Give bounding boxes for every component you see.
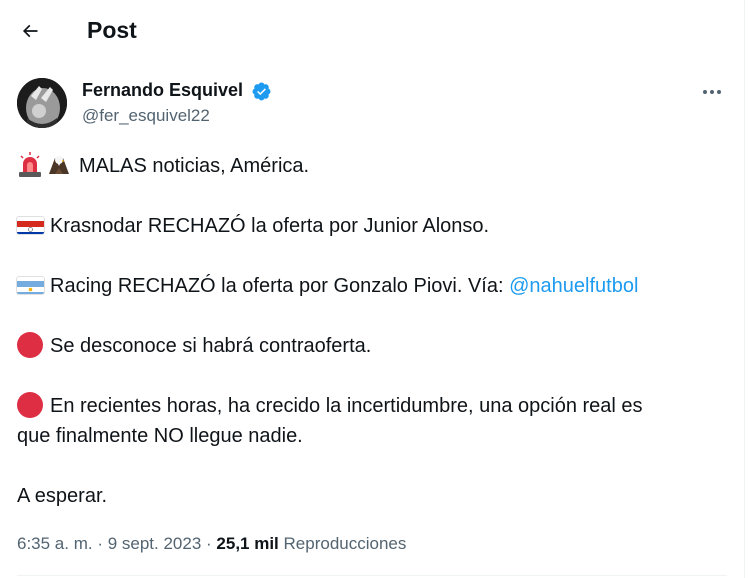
views-label: Reproducciones [283,534,407,553]
more-options-button[interactable] [698,78,728,106]
tweet-text: que finalmente NO llegue nadie. [17,425,303,447]
tweet-date[interactable]: 9 sept. 2023 [108,534,202,553]
police-siren-icon [19,152,41,177]
tweet-line: que finalmente NO llegue nadie. [17,421,303,451]
tweet-line: Krasnodar RECHAZÓ la oferta por Junior A… [17,211,489,241]
tweet-time[interactable]: 6:35 a. m. [17,534,93,553]
meta-separator: · [92,534,108,553]
views-count: 25,1 mil [216,534,279,553]
meta-separator: · [201,534,217,553]
tweet-line: En recientes horas, ha crecido la incert… [17,391,643,421]
red-circle-icon [17,332,43,358]
avatar-image [17,78,67,128]
paraguay-flag-icon [17,217,44,234]
more-dot-icon [703,90,707,94]
top-bar: Post [0,0,744,62]
tweet-text: MALAS noticias, América. [79,155,310,177]
author-name[interactable]: Fernando Esquivel [82,80,243,101]
tweet-line: Se desconoce si habrá contraoferta. [17,331,371,361]
more-dot-icon [717,90,721,94]
tweet-text: Krasnodar RECHAZÓ la oferta por Junior A… [50,215,490,237]
tweet-text: Racing RECHAZÓ la oferta por Gonzalo Pio… [50,275,510,297]
tweet-text: Se desconoce si habrá contraoferta. [50,335,372,357]
page-title: Post [87,17,137,43]
mention-link[interactable]: @nahuelfutbol [509,275,638,297]
argentina-flag-icon [17,277,44,294]
column-border [744,0,745,578]
divider [17,575,727,576]
tweet-line: MALAS noticias, América. [17,151,309,181]
tweet-text: A esperar. [17,485,108,507]
tweet-meta: 6:35 a. m. · 9 sept. 2023 · 25,1 mil Rep… [17,531,406,557]
back-button[interactable] [14,15,46,47]
avatar[interactable] [17,78,67,128]
author-handle[interactable]: @fer_esquivel22 [82,106,210,126]
tweet-line: Racing RECHAZÓ la oferta por Gonzalo Pio… [17,271,638,301]
verified-badge-icon [252,82,271,101]
red-circle-icon [17,392,43,418]
tweet-text: En recientes horas, ha crecido la incert… [50,395,643,417]
eagle-icon [49,156,69,174]
arrow-left-icon [22,24,38,38]
tweet-line: A esperar. [17,481,107,511]
more-dot-icon [710,90,714,94]
